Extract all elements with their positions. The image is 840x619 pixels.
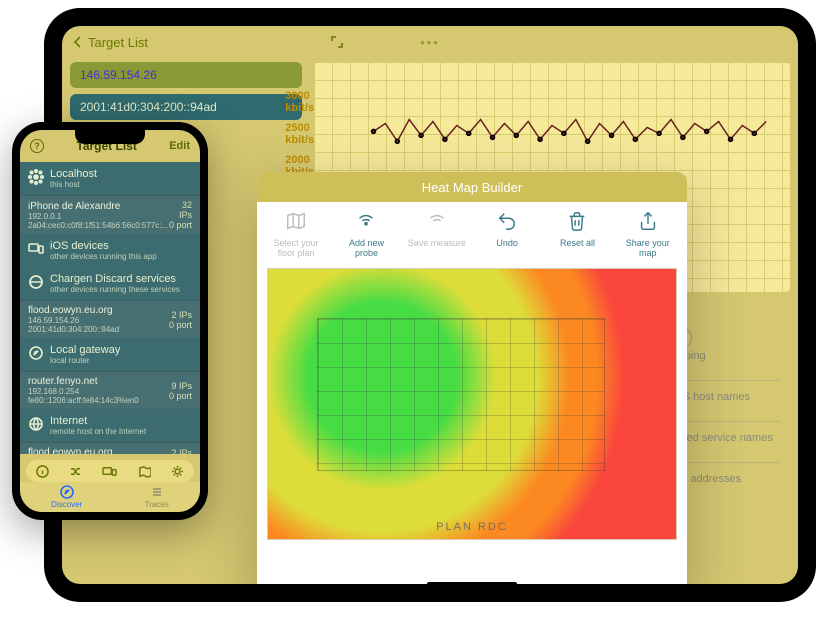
tab-discover[interactable]: Discover <box>51 485 82 509</box>
chevron-left-icon <box>72 36 84 48</box>
tab-bar: Discover Traces <box>20 482 200 512</box>
item-line2: 192.168.0.254 <box>28 387 139 396</box>
list-item[interactable]: router.fenyo.net192.168.0.254fe80::1206:… <box>20 371 200 409</box>
item-name: iPhone de Alexandre <box>28 201 168 212</box>
section-header[interactable]: Chargen Discard servicesother devices ru… <box>20 267 200 300</box>
item-name: flood.eowyn.eu.org <box>28 447 113 454</box>
devices-icon <box>28 241 44 260</box>
item-line3: 2001:41d0:304:200::94ad <box>28 325 119 334</box>
ip-count: 32 IPs <box>168 200 192 220</box>
section-title: Internet <box>50 415 146 427</box>
section-subtitle: other devices running this app <box>50 252 157 261</box>
tool-share[interactable]: Share your map <box>618 210 678 258</box>
save-icon <box>426 210 448 234</box>
modal-title: Heat Map Builder <box>257 172 687 202</box>
section-subtitle: this host <box>50 180 97 189</box>
section-header[interactable]: iOS devicesother devices running this ap… <box>20 234 200 267</box>
tool-undo[interactable]: Undo <box>477 210 537 258</box>
iphone-screen: ? Target List Edit Localhostthis hostiPh… <box>20 130 200 512</box>
map-icon[interactable] <box>138 465 151 478</box>
grab-handle-icon[interactable]: ••• <box>420 35 440 50</box>
section-subtitle: local router <box>50 356 120 365</box>
undo-icon <box>496 210 518 234</box>
tool-label: Add new probe <box>336 238 396 258</box>
plan-caption: PLAN RDC <box>268 521 676 533</box>
y-tick: 3000 kbit/s <box>285 90 314 114</box>
tab-traces[interactable]: Traces <box>145 485 169 509</box>
section-header[interactable]: Internetremote host on the Internet <box>20 409 200 442</box>
section-header[interactable]: Local gatewaylocal router <box>20 338 200 371</box>
tool-reset[interactable]: Reset all <box>547 210 607 258</box>
expand-icon[interactable] <box>330 35 344 49</box>
info-icon[interactable] <box>36 465 49 478</box>
ipad-navbar: Target List ••• <box>62 26 798 58</box>
tool-label: Save measure <box>408 238 466 248</box>
ip-count: 2 IPs <box>169 310 192 320</box>
reset-icon <box>566 210 588 234</box>
modal-toolbar: Select your floor plan Add new probe Save … <box>257 202 687 262</box>
back-button[interactable]: Target List <box>72 35 148 50</box>
select-icon <box>285 210 307 234</box>
port-count: 0 port <box>168 220 192 230</box>
gear-icon[interactable] <box>171 465 184 478</box>
tool-label: Reset all <box>560 238 595 248</box>
tool-label: Share your map <box>618 238 678 258</box>
notch <box>75 130 145 144</box>
list-item[interactable]: flood.eowyn.eu.org146.59.154.262001:41d0… <box>20 300 200 338</box>
item-line3: 2a04:cec0:c0f8:1f51:54b6:56c0:577c:... <box>28 221 168 230</box>
sheet-grabber[interactable] <box>427 582 517 584</box>
list-icon <box>150 485 164 499</box>
services-icon <box>28 274 44 293</box>
section-subtitle: remote host on the Internet <box>50 427 146 436</box>
y-tick: 2500 kbit/s <box>285 122 314 146</box>
tool-label: Undo <box>496 238 518 248</box>
probe-icon <box>355 210 377 234</box>
item-name: flood.eowyn.eu.org <box>28 305 119 316</box>
section-title: iOS devices <box>50 240 157 252</box>
ip-v6-chip[interactable]: 2001:41d0:304:200::94ad <box>70 94 302 120</box>
target-ip-list: 146.59.154.26 2001:41d0:304:200::94ad <box>70 62 302 120</box>
port-count: 0 port <box>169 391 192 401</box>
heatmap-canvas[interactable]: PLAN RDC <box>267 268 677 540</box>
devices-icon[interactable] <box>102 465 117 478</box>
back-label: Target List <box>88 35 148 50</box>
ip-v4-chip[interactable]: 146.59.154.26 <box>70 62 302 88</box>
target-list[interactable]: Localhostthis hostiPhone de Alexandre192… <box>20 162 200 454</box>
port-count: 0 port <box>169 320 192 330</box>
gateway-icon <box>28 345 44 364</box>
shuffle-icon[interactable] <box>69 465 82 478</box>
section-title: Chargen Discard services <box>50 273 180 285</box>
item-line2: 146.59.154.26 <box>28 316 119 325</box>
section-title: Localhost <box>50 168 97 180</box>
ip-count: 9 IPs <box>169 381 192 391</box>
list-item[interactable]: flood.eowyn.eu.org 2 IPs <box>20 442 200 454</box>
edit-button[interactable]: Edit <box>169 140 190 152</box>
help-button[interactable]: ? <box>30 139 44 153</box>
item-name: router.fenyo.net <box>28 376 139 387</box>
hub-icon <box>28 169 44 188</box>
list-item[interactable]: iPhone de Alexandre192.0.0.12a04:cec0:c0… <box>20 195 200 234</box>
tool-select: Select your floor plan <box>266 210 326 258</box>
item-line2: 192.0.0.1 <box>28 212 168 221</box>
share-icon <box>637 210 659 234</box>
bottom-icon-row <box>26 460 194 482</box>
item-line3: fe80::1206:acff:fe84:14c3%en0 <box>28 396 139 405</box>
iphone-device: ? Target List Edit Localhostthis hostiPh… <box>12 122 208 520</box>
internet-icon <box>28 416 44 435</box>
ip-count: 2 IPs <box>171 448 192 455</box>
tool-save: Save measure <box>407 210 467 258</box>
tool-probe[interactable]: Add new probe <box>336 210 396 258</box>
floor-plan <box>317 318 605 471</box>
section-title: Local gateway <box>50 344 120 356</box>
compass-icon <box>60 485 74 499</box>
heatmap-modal: Heat Map Builder Select your floor plan A… <box>257 172 687 584</box>
tool-label: Select your floor plan <box>266 238 326 258</box>
section-subtitle: other devices running these services <box>50 285 180 294</box>
section-header[interactable]: Localhostthis host <box>20 162 200 195</box>
